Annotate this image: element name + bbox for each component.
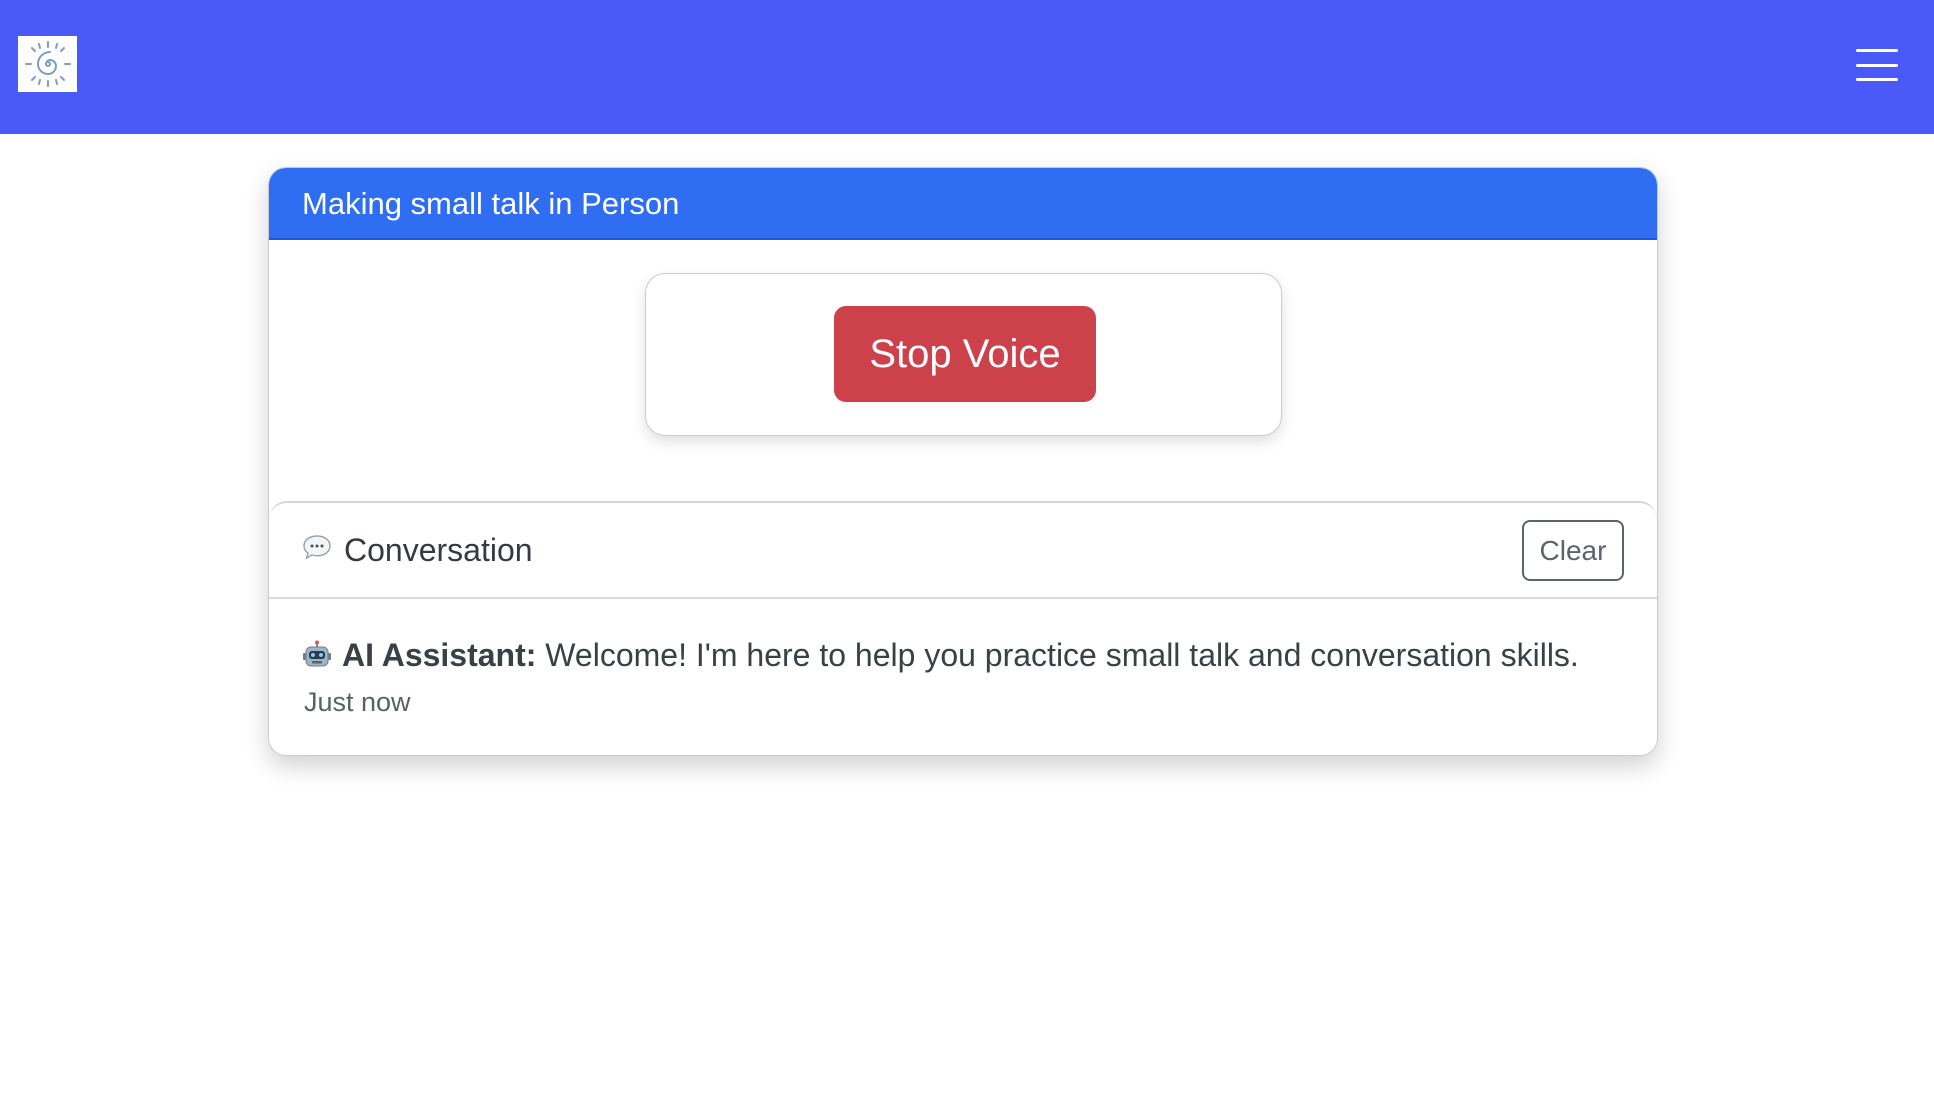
menu-line [1856, 49, 1898, 52]
clear-button[interactable]: Clear [1522, 520, 1624, 581]
robot-icon [303, 640, 331, 667]
logo[interactable] [18, 36, 77, 92]
message-text: Welcome! I'm here to help you practice s… [545, 637, 1579, 673]
message-timestamp: Just now [304, 687, 411, 717]
card-header: Making small talk in Person [269, 168, 1657, 240]
conversation-header: Conversation Clear [269, 503, 1657, 599]
conversation-panel: Conversation Clear AI Assistant: Welcome… [269, 501, 1657, 755]
stop-voice-button[interactable]: Stop Voice [834, 306, 1096, 402]
spiral-sun-icon [24, 41, 71, 87]
menu-line [1856, 78, 1898, 81]
menu-line [1856, 63, 1898, 67]
card-title: Making small talk in Person [302, 186, 680, 221]
chat-message: AI Assistant: Welcome! I'm here to help … [302, 636, 1579, 674]
conversation-title: Conversation [344, 532, 533, 568]
message-sender: AI Assistant: [342, 637, 537, 673]
voice-control-panel: Stop Voice [645, 273, 1282, 436]
hamburger-menu-icon[interactable] [1856, 49, 1898, 81]
top-navbar [0, 0, 1934, 134]
speech-bubble-icon [303, 535, 331, 560]
practice-card: Making small talk in Person Stop Voice C… [268, 167, 1658, 756]
